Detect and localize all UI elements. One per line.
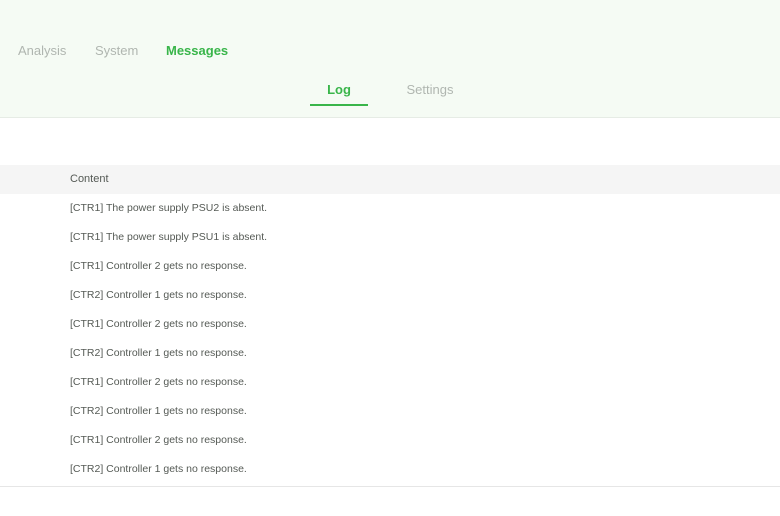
log-message: [CTR1] Controller 2 gets no response. [70,376,247,388]
log-message: [CTR2] Controller 1 gets no response. [70,347,247,359]
table-divider [0,486,780,487]
sub-nav: Log Settings [0,80,780,106]
table-row: [CTR1] Controller 2 gets no response. [0,252,780,281]
tab-analysis[interactable]: Analysis [18,40,66,62]
log-message: [CTR1] Controller 2 gets no response. [70,434,247,446]
column-header-content: Content [70,173,109,185]
subtab-log[interactable]: Log [310,80,368,106]
table-row: [CTR2] Controller 1 gets no response. [0,397,780,426]
table-row: [CTR1] The power supply PSU2 is absent. [0,194,780,223]
table-row: [CTR1] Controller 2 gets no response. [0,426,780,455]
log-message: [CTR1] Controller 2 gets no response. [70,318,247,330]
table-row: [CTR1] The power supply PSU1 is absent. [0,223,780,252]
table-row: [CTR2] Controller 1 gets no response. [0,281,780,310]
subtab-settings[interactable]: Settings [400,80,460,106]
table-row: [CTR1] Controller 2 gets no response. [0,310,780,339]
log-table: Content [CTR1] The power supply PSU2 is … [0,165,780,484]
log-message: [CTR2] Controller 1 gets no response. [70,289,247,301]
log-message: [CTR2] Controller 1 gets no response. [70,463,247,475]
table-row: [CTR2] Controller 1 gets no response. [0,455,780,484]
top-header: Analysis System Messages Log Settings [0,0,780,118]
tab-system[interactable]: System [95,40,138,62]
log-message: [CTR2] Controller 1 gets no response. [70,405,247,417]
log-message: [CTR1] The power supply PSU1 is absent. [70,231,268,243]
tab-messages[interactable]: Messages [166,40,228,62]
log-message: [CTR1] The power supply PSU2 is absent. [70,202,268,214]
log-message: [CTR1] Controller 2 gets no response. [70,260,247,272]
table-row: [CTR2] Controller 1 gets no response. [0,339,780,368]
table-header: Content [0,165,780,194]
table-row: [CTR1] Controller 2 gets no response. [0,368,780,397]
